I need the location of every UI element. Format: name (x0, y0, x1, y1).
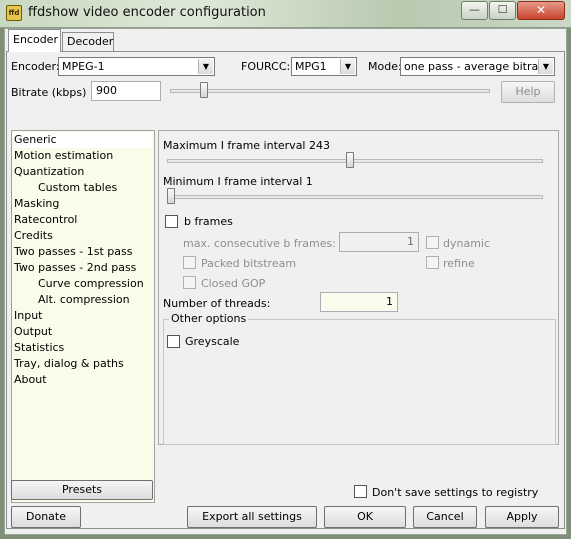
list-item-two-passes-1st[interactable]: Two passes - 1st pass (14, 244, 133, 260)
list-item-generic[interactable]: Generic (14, 132, 152, 148)
title-bar[interactable]: ffd ffdshow video encoder configuration … (0, 0, 571, 28)
bitrate-input[interactable]: 900 (91, 81, 161, 101)
max-consecutive-b-frames-label: max. consecutive b frames: (183, 237, 336, 250)
other-options-legend: Other options (169, 312, 249, 325)
closed-gop-label: Closed GOP (201, 277, 266, 290)
mode-label: Mode: (368, 60, 402, 73)
list-item-custom-tables[interactable]: Custom tables (38, 180, 117, 196)
dynamic-checkbox[interactable] (426, 236, 439, 249)
ffdshow-app-icon: ffd (6, 5, 22, 21)
export-all-settings-button[interactable]: Export all settings (187, 506, 317, 528)
list-item-masking[interactable]: Masking (14, 196, 59, 212)
cancel-button[interactable]: Cancel (413, 506, 477, 528)
ok-button[interactable]: OK (324, 506, 406, 528)
list-item-motion-estimation[interactable]: Motion estimation (14, 148, 113, 164)
fourcc-select-value: MPG1 (295, 60, 327, 73)
min-i-frame-slider-thumb[interactable] (167, 188, 175, 204)
list-item-two-passes-2nd[interactable]: Two passes - 2nd pass (14, 260, 136, 276)
list-item-input[interactable]: Input (14, 308, 42, 324)
list-item-alt-compression[interactable]: Alt. compression (38, 292, 130, 308)
mode-select[interactable]: one pass - average bitrate ▼ (400, 57, 555, 76)
list-item-ratecontrol[interactable]: Ratecontrol (14, 212, 77, 228)
dont-save-registry-checkbox[interactable] (354, 485, 367, 498)
closed-gop-checkbox[interactable] (183, 276, 196, 289)
apply-button[interactable]: Apply (485, 506, 559, 528)
encoder-label: Encoder: (11, 60, 60, 73)
tab-decoder[interactable]: Decoder (62, 32, 114, 51)
bitrate-slider-track[interactable] (170, 89, 490, 93)
dialog-client: Encoder Decoder Encoder: MPEG-1 ▼ FOURCC… (4, 28, 567, 535)
bitrate-label: Bitrate (kbps) (11, 86, 87, 99)
close-icon: ✕ (535, 3, 547, 17)
packed-bitstream-label: Packed bitstream (201, 257, 297, 270)
greyscale-checkbox[interactable] (167, 335, 180, 348)
chevron-down-icon: ▼ (340, 59, 355, 74)
other-options-group: Other options Greyscale (163, 312, 556, 445)
window-title: ffdshow video encoder configuration (28, 5, 266, 20)
fourcc-label: FOURCC: (241, 60, 291, 73)
mode-select-value: one pass - average bitrate (404, 60, 550, 73)
dynamic-label: dynamic (443, 237, 491, 250)
maximize-icon: ☐ (497, 3, 508, 16)
threads-label: Number of threads: (163, 297, 271, 310)
greyscale-label: Greyscale (185, 335, 240, 348)
max-i-frame-slider-track[interactable] (167, 159, 543, 163)
generic-settings-pane: Maximum I frame interval 243 Minimum I f… (158, 130, 559, 445)
minimize-button[interactable]: — (461, 1, 488, 20)
chevron-down-icon: ▼ (538, 59, 553, 74)
list-item-statistics[interactable]: Statistics (14, 340, 64, 356)
list-item-credits[interactable]: Credits (14, 228, 53, 244)
list-item-output[interactable]: Output (14, 324, 52, 340)
close-button[interactable]: ✕ (517, 1, 565, 20)
fourcc-select[interactable]: MPG1 ▼ (291, 57, 357, 76)
max-consecutive-b-frames-input[interactable]: 1 (339, 232, 419, 252)
refine-checkbox[interactable] (426, 256, 439, 269)
min-i-frame-slider-track[interactable] (167, 195, 543, 199)
max-i-frame-label: Maximum I frame interval 243 (163, 139, 330, 152)
encoder-select-value: MPEG-1 (62, 60, 105, 73)
settings-page-list[interactable]: Generic Motion estimation Quantization C… (11, 130, 155, 503)
list-item-tray-dialog-paths[interactable]: Tray, dialog & paths (14, 356, 124, 372)
max-i-frame-slider-thumb[interactable] (346, 152, 354, 168)
list-item-about[interactable]: About (14, 372, 47, 388)
threads-input[interactable]: 1 (320, 292, 398, 312)
tab-encoder[interactable]: Encoder (8, 29, 61, 52)
list-item-quantization[interactable]: Quantization (14, 164, 84, 180)
b-frames-label: b frames (184, 215, 233, 228)
donate-button[interactable]: Donate (11, 506, 81, 528)
packed-bitstream-checkbox[interactable] (183, 256, 196, 269)
minimize-icon: — (469, 3, 480, 16)
refine-label: refine (443, 257, 475, 270)
min-i-frame-label: Minimum I frame interval 1 (163, 175, 313, 188)
b-frames-checkbox[interactable] (165, 215, 178, 228)
chevron-down-icon: ▼ (198, 59, 213, 74)
encoder-select[interactable]: MPEG-1 ▼ (58, 57, 215, 76)
maximize-button[interactable]: ☐ (489, 1, 516, 20)
presets-button[interactable]: Presets (11, 480, 153, 500)
encoder-tab-panel: Encoder: MPEG-1 ▼ FOURCC: MPG1 ▼ Mode: o… (6, 51, 565, 529)
bitrate-slider-thumb[interactable] (200, 82, 208, 98)
dont-save-registry-label: Don't save settings to registry (372, 486, 539, 499)
list-item-curve-compression[interactable]: Curve compression (38, 276, 144, 292)
help-button[interactable]: Help (501, 81, 555, 103)
